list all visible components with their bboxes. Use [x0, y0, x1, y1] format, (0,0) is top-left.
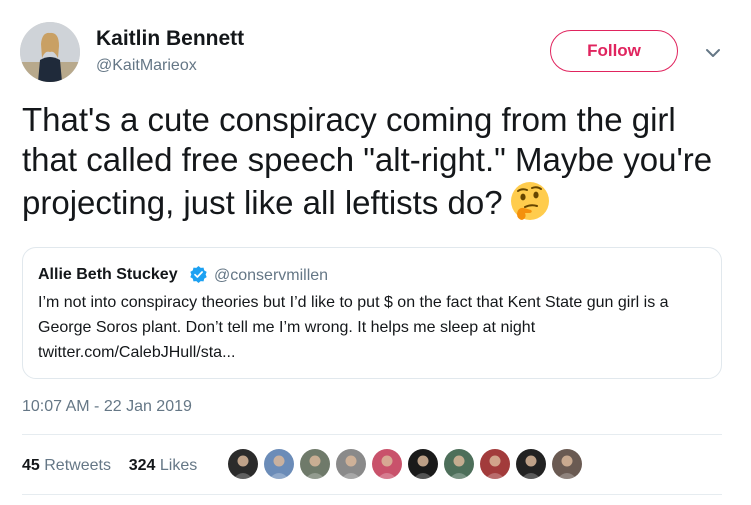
chevron-down-icon[interactable] [700, 40, 726, 66]
liker-avatar[interactable] [480, 449, 510, 479]
quoted-author-handle[interactable]: @conservmillen [214, 267, 328, 285]
retweets-count[interactable]: 45 [22, 457, 40, 474]
liker-avatar[interactable] [408, 449, 438, 479]
quoted-author-name[interactable]: Allie Beth Stuckey [38, 266, 178, 284]
thinking-face-icon [509, 180, 551, 222]
liker-avatar[interactable] [552, 449, 582, 479]
tweet-body: That's a cute conspiracy coming from the… [22, 101, 713, 221]
verified-badge-icon [189, 265, 208, 284]
tweet-timestamp[interactable]: 10:07 AM - 22 Jan 2019 [22, 398, 192, 416]
liker-avatar[interactable] [228, 449, 258, 479]
liker-avatar[interactable] [264, 449, 294, 479]
likes-count[interactable]: 324 [129, 457, 156, 474]
likers-avatars [228, 449, 582, 481]
liker-avatar[interactable] [300, 449, 330, 479]
retweets-label[interactable]: Retweets [44, 457, 111, 474]
author-name[interactable]: Kaitlin Bennett [96, 27, 244, 51]
author-avatar[interactable] [20, 22, 80, 82]
quoted-tweet-text: I’m not into conspiracy theories but I’d… [38, 290, 718, 365]
tweet-stats: 45 Retweets 324 Likes [22, 457, 197, 475]
quoted-tweet-body: I’m not into conspiracy theories but I’d… [38, 294, 669, 336]
likes-label[interactable]: Likes [160, 457, 197, 474]
author-handle[interactable]: @KaitMarieox [96, 57, 197, 75]
follow-button[interactable]: Follow [550, 30, 678, 72]
quoted-tweet-link[interactable]: twitter.com/CalebJHull/sta... [38, 344, 235, 361]
divider [22, 494, 722, 495]
liker-avatar[interactable] [336, 449, 366, 479]
liker-avatar[interactable] [444, 449, 474, 479]
liker-avatar[interactable] [372, 449, 402, 479]
tweet-text: That's a cute conspiracy coming from the… [22, 100, 732, 223]
divider [22, 434, 722, 435]
liker-avatar[interactable] [516, 449, 546, 479]
